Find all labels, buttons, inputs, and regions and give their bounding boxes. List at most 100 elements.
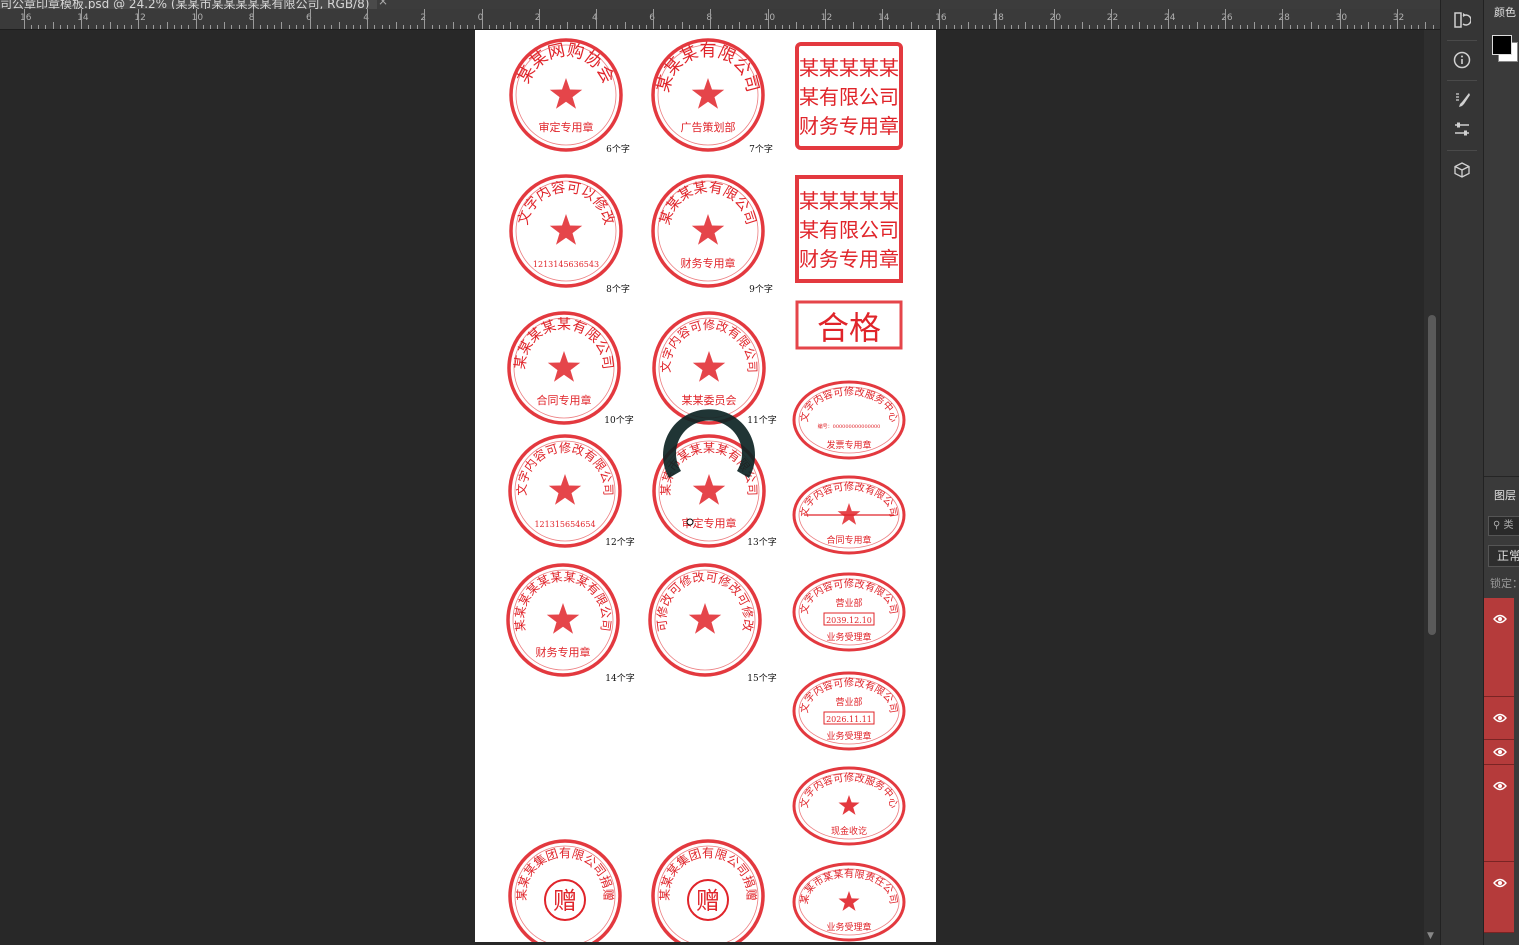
ruler-tick (1246, 25, 1248, 29)
ruler-label: 12 (134, 13, 146, 23)
ruler-label: 14 (77, 13, 89, 23)
ruler-tick (917, 25, 919, 29)
ruler-tick (38, 25, 40, 29)
brush-settings-icon[interactable] (1450, 88, 1474, 112)
rect-stamp-text: 合格 (817, 309, 881, 347)
adjustments-icon[interactable] (1450, 117, 1474, 141)
layer-row[interactable] (1484, 740, 1514, 765)
oval-stamp-bottom-text: 发票专用章 (826, 439, 871, 451)
ruler-tick (960, 25, 962, 29)
blend-mode-select[interactable]: 正常 (1488, 545, 1519, 567)
document-tab[interactable]: 司公章印章模板.psd @ 24.2% (某某市某某某某某有限公司, RGB/8… (0, 0, 378, 9)
history-icon[interactable] (1450, 8, 1474, 32)
ruler-tick (1353, 25, 1355, 29)
ruler-tick (1239, 25, 1241, 29)
ruler-tick (445, 25, 447, 29)
ruler-tick (1003, 25, 1005, 29)
ruler-tick (1218, 25, 1220, 29)
ruler-tick (574, 25, 576, 29)
ruler-tick (1375, 25, 1377, 29)
ruler-tick (1103, 25, 1105, 29)
round-stamp-bottom-text: 1213145636543 (533, 260, 599, 269)
star-icon (548, 474, 582, 505)
ruler-tick (1153, 25, 1155, 29)
char-count-label: 10个字 (604, 414, 633, 426)
horizontal-ruler[interactable]: 16 14 12 10 8 6 4 2 0 2 4 6 8 10 12 14 16 18 20 22 24 26 28 30 3… (0, 9, 1448, 30)
eye-icon[interactable] (1493, 781, 1507, 791)
ruler-tick (739, 22, 740, 29)
eye-icon[interactable] (1493, 713, 1507, 723)
ruler-tick (159, 25, 161, 29)
path-anchor-icon (686, 518, 694, 526)
ruler-tick (1318, 25, 1320, 29)
info-icon[interactable] (1450, 48, 1474, 72)
ruler-tick (1168, 9, 1169, 29)
ruler-label: 14 (878, 13, 890, 23)
ruler-tick (817, 25, 819, 29)
ruler-tick (1225, 9, 1227, 29)
document-canvas[interactable]: 某某网购协会 审定专用章 6个字 某某某有限公司 广告策划部 7个字 文字内容可以修改 121… (475, 30, 936, 942)
ruler-tick (1032, 25, 1034, 29)
ruler-label: 32 (1392, 13, 1405, 23)
oval-stamp-date: 2039.12.10 (826, 616, 872, 625)
char-count-label: 6个字 (606, 143, 630, 155)
ruler-tick (617, 25, 619, 29)
ruler-tick (781, 25, 783, 29)
ruler-tick (1282, 9, 1284, 29)
ruler-tick (517, 25, 519, 29)
layer-row[interactable] (1484, 598, 1514, 697)
ruler-tick (1182, 25, 1184, 29)
ruler-tick (1046, 25, 1048, 29)
star-icon (692, 351, 726, 382)
ruler-tick (824, 9, 826, 29)
close-tab-icon[interactable]: × (378, 0, 388, 8)
ruler-tick (1389, 25, 1391, 29)
ruler-tick (681, 22, 683, 29)
layers-panel-title[interactable]: 图层 (1494, 487, 1516, 503)
square-stamp-line: 财务专用章 (799, 247, 899, 271)
ruler-tick (1125, 25, 1127, 29)
layer-row[interactable] (1484, 697, 1514, 740)
ruler-tick (431, 25, 433, 29)
ruler-tick (531, 25, 533, 29)
ruler-tick (996, 9, 998, 29)
oval-stamp-sub-text: 编号：000000000000000 (818, 423, 881, 430)
ruler-tick (545, 25, 547, 29)
scrollbar-thumb[interactable] (1428, 315, 1436, 635)
scroll-down-icon[interactable]: ▼ (1427, 931, 1434, 941)
ruler-tick (674, 25, 676, 29)
ruler-tick (982, 25, 984, 29)
ruler-tick (724, 25, 726, 29)
ruler-tick (567, 22, 569, 29)
square-stamp-line: 某某某某某 (799, 189, 899, 213)
oval-stamp-bottom-text: 现金收讫 (831, 825, 867, 837)
vertical-scrollbar[interactable]: ▼ (1424, 30, 1440, 945)
ruler-tick (1017, 25, 1019, 29)
layer-filter-input[interactable]: ⚲ 类 (1488, 516, 1519, 536)
star-icon (547, 351, 581, 382)
ruler-tick (696, 25, 698, 29)
eye-icon[interactable] (1493, 747, 1507, 757)
ruler-tick (1060, 25, 1062, 29)
3d-icon[interactable] (1450, 158, 1474, 182)
oval-stamp-mid-text: 营业部 (835, 597, 862, 609)
ruler-tick (946, 25, 948, 29)
ruler-tick (1025, 22, 1026, 29)
color-panel-title[interactable]: 颜色 (1494, 4, 1516, 20)
ruler-tick (889, 25, 891, 29)
foreground-color-swatch[interactable] (1492, 35, 1512, 55)
eye-icon[interactable] (1493, 878, 1507, 888)
ruler-tick (1160, 25, 1162, 29)
layer-row[interactable] (1484, 765, 1514, 862)
ruler-tick (209, 25, 211, 29)
ruler-tick (646, 25, 648, 29)
ruler-tick (553, 25, 555, 29)
ruler-tick (495, 25, 497, 29)
ruler-tick (667, 25, 669, 29)
ruler-tick (1189, 25, 1191, 29)
layer-row[interactable] (1484, 862, 1514, 933)
ruler-tick (1382, 25, 1384, 29)
gift-char: 赠 (696, 887, 720, 915)
eye-icon[interactable] (1493, 614, 1507, 624)
ruler-tick (1268, 25, 1270, 29)
